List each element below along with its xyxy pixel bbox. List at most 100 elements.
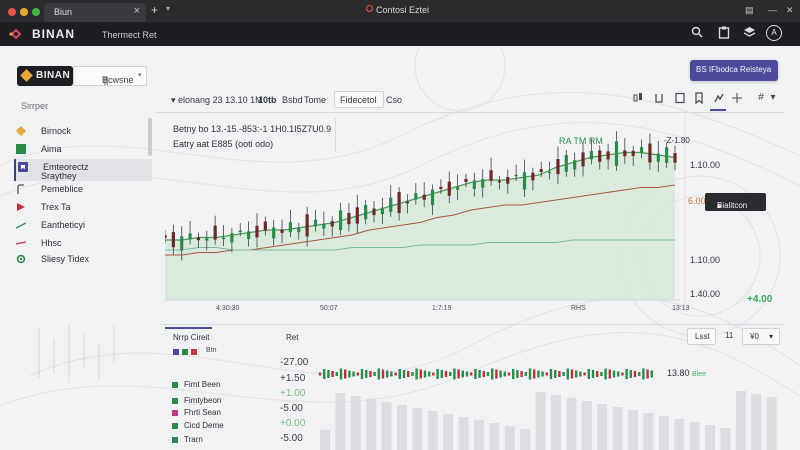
strip-candle: [629, 370, 632, 378]
exchange-selector[interactable]: BINAN: [17, 66, 73, 86]
legend-swatch: [173, 349, 179, 355]
sidebar-item-label: Trex Ta: [41, 202, 71, 212]
strip-candle: [444, 371, 448, 377]
magnet-icon[interactable]: [712, 92, 726, 106]
mode-button[interactable]: Bsbd: [282, 95, 303, 105]
new-tab-button[interactable]: +: [151, 3, 158, 17]
address-bar[interactable]: Contosi Eztei: [376, 5, 429, 15]
sidebar-item-aima[interactable]: Aima: [14, 141, 152, 159]
strip-candle: [520, 371, 523, 377]
volume-bar: [335, 393, 346, 450]
row-value: -5.00: [280, 433, 303, 444]
bracket-icon[interactable]: [652, 92, 666, 106]
strip-candle: [617, 371, 620, 377]
pair-dropdown[interactable]: Bcwsne '|| ▾: [73, 66, 147, 86]
page-icon[interactable]: [673, 92, 687, 106]
strip-candle: [545, 372, 548, 376]
candle-body: [238, 230, 242, 233]
layers-icon[interactable]: [741, 26, 757, 40]
window-close-icon[interactable]: ✕: [786, 5, 794, 16]
strip-candle: [428, 371, 431, 377]
bottom-tab-title[interactable]: Nrrp Cireit: [173, 333, 209, 342]
sidebar-item-birnock[interactable]: Birnock: [14, 123, 152, 141]
bottom-button-currency[interactable]: ¥0 ▾: [742, 328, 780, 345]
sidebar-item-emteorectz[interactable]: Emteorectz: [14, 159, 152, 181]
strip-candle: [558, 371, 561, 377]
interval-button[interactable]: 10tb: [258, 95, 277, 105]
current-price-badge[interactable]: 🔒︎ Bialitcon: [705, 193, 766, 211]
strip-candle: [377, 368, 380, 380]
clipboard-icon[interactable]: [716, 26, 732, 40]
volume-bar: [658, 416, 669, 450]
candle-body: [288, 222, 293, 233]
strip-candle: [432, 372, 435, 376]
candle-body: [481, 179, 485, 188]
minimize-window-dot[interactable]: [20, 8, 28, 16]
strip-candle: [621, 372, 624, 376]
strip-candle: [407, 371, 410, 377]
strip-candle: [465, 371, 469, 377]
bottom-button-11[interactable]: 11: [719, 328, 740, 345]
tab-close-icon[interactable]: ×: [134, 5, 140, 17]
bottom-button-last[interactable]: Lsst: [687, 328, 716, 345]
sidebar-item-sliesy-tidex[interactable]: Sliesy Tidex: [14, 251, 152, 269]
volume-bar: [720, 428, 731, 450]
candle-body: [205, 238, 209, 241]
brand-name[interactable]: BINAN: [32, 27, 75, 41]
user-avatar[interactable]: A: [766, 25, 782, 41]
volume-bar: [612, 407, 623, 450]
row-value: +1.50: [280, 373, 306, 384]
strip-candle: [318, 372, 322, 376]
maximize-window-dot[interactable]: [32, 8, 40, 16]
time-button[interactable]: Tome: [304, 95, 326, 105]
volume-bar: [443, 414, 454, 450]
candle-body: [280, 229, 284, 233]
sidebar-item-trex-ta[interactable]: Trex Ta: [14, 199, 152, 217]
candle-body: [313, 219, 318, 227]
row-value: +0.00: [280, 418, 306, 429]
primary-action-button[interactable]: BS IFbodca Reisteya: [690, 60, 778, 81]
extensions-icon[interactable]: ▤: [745, 5, 754, 16]
strip-candle: [381, 369, 385, 379]
candles-icon[interactable]: [631, 92, 645, 106]
window-minimize-icon[interactable]: —: [768, 5, 777, 15]
strip-candle: [461, 370, 464, 378]
candle-body: [665, 147, 669, 163]
candle-body: [472, 180, 476, 190]
sidebar-scrollbar[interactable]: [148, 118, 152, 156]
candle-body: [213, 225, 217, 240]
close-window-dot[interactable]: [8, 8, 16, 16]
candle-body: [430, 189, 435, 206]
chevron-down-icon[interactable]: ▾: [766, 92, 780, 106]
strip-candle: [642, 368, 645, 380]
candle-body: [272, 227, 276, 239]
candle-body: [355, 207, 359, 224]
crosshair-icon[interactable]: [730, 92, 744, 106]
candle-body: [255, 225, 259, 238]
volume-bar: [489, 423, 500, 450]
site-info-icon[interactable]: [366, 5, 373, 12]
strip-candle: [604, 368, 607, 380]
volume-bar: [766, 397, 777, 450]
sidebar-item-eantheticyi[interactable]: Eantheticyi: [14, 217, 152, 235]
candle-body: [673, 153, 677, 163]
volume-bar: [412, 408, 423, 450]
strip-candle: [633, 371, 637, 377]
tab-list-chevron-icon[interactable]: ▾: [166, 4, 170, 13]
y-tick-3: 1.40.00: [690, 289, 721, 299]
brand-logo-icon[interactable]: [8, 27, 24, 41]
compare-button[interactable]: Cso: [386, 95, 402, 105]
symbol-selector[interactable]: ▾ elonang 23 13.10 1M: [171, 95, 263, 106]
strip-candle: [474, 369, 477, 379]
volume-strip-chart[interactable]: [318, 350, 780, 450]
search-icon[interactable]: [689, 26, 705, 40]
sidebar-item-pemeblice[interactable]: Pemeblice: [14, 181, 152, 199]
volume-bar: [674, 419, 685, 450]
price-marker: 6.00: [688, 196, 706, 206]
bookmark-icon[interactable]: [692, 92, 706, 106]
browser-tab-bar: Biun × + ▾ Contosi Eztei ▤ — ✕: [0, 0, 800, 22]
browser-tab[interactable]: Biun ×: [44, 3, 146, 22]
indicator-label: Fidecetol: [340, 95, 377, 105]
strip-candle: [562, 372, 565, 376]
volume-bar: [458, 417, 469, 450]
